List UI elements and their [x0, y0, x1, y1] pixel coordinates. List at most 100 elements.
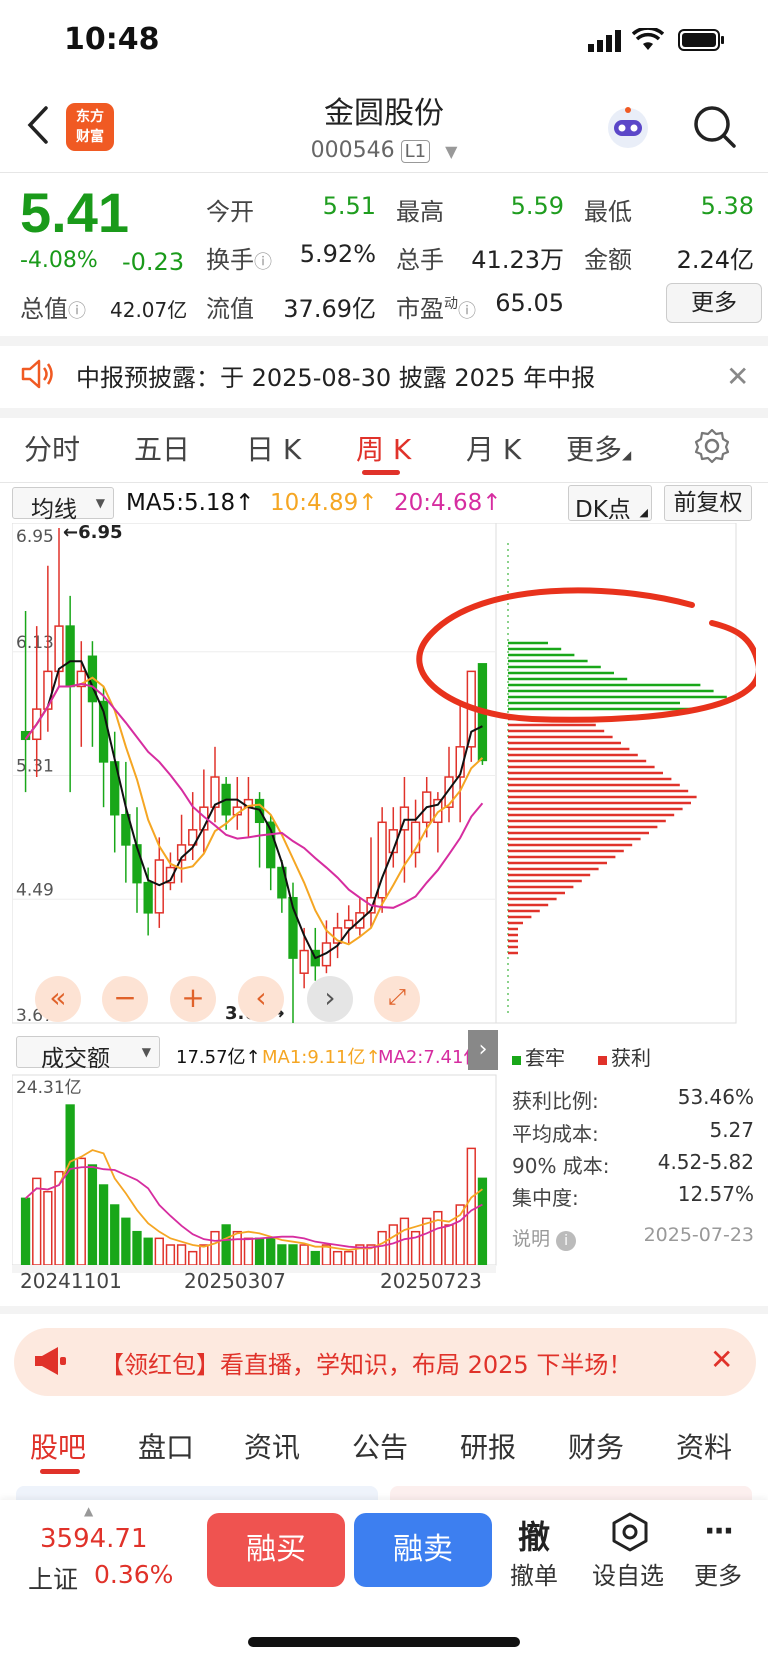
- tab-finance[interactable]: 财务: [568, 1426, 624, 1466]
- volume-bar: [188, 1250, 198, 1266]
- adjust-button[interactable]: 前复权: [664, 485, 752, 521]
- notice-text[interactable]: 中报预披露：于 2025-08-30 披露 2025 年中报: [76, 358, 595, 393]
- volume-bar: [165, 1244, 176, 1266]
- volume-bar: [299, 1244, 309, 1266]
- tab-research[interactable]: 研报: [460, 1426, 516, 1466]
- pe-value: 65.05: [495, 289, 564, 317]
- volume-bar: [266, 1237, 276, 1266]
- y-tick-label: 4.49: [16, 880, 54, 900]
- more-dots-icon[interactable]: ···: [704, 1514, 734, 1549]
- tab-fenshi[interactable]: 分时: [24, 428, 80, 468]
- speaker-icon: [20, 358, 56, 394]
- volume-bar: [288, 1244, 298, 1266]
- tab-wuri[interactable]: 五日: [134, 428, 190, 468]
- robot-avatar-icon[interactable]: [602, 102, 654, 158]
- dropdown-icon: ▼: [141, 1045, 151, 1059]
- volume-bar: [143, 1237, 153, 1266]
- volume-ma2: MA2:7.41亿↑: [378, 1047, 470, 1068]
- corner-arrow-icon: ◢: [639, 506, 648, 519]
- close-icon[interactable]: ✕: [710, 1343, 733, 1376]
- scroll-left-fast-icon[interactable]: «: [35, 976, 81, 1022]
- add-favorite-icon[interactable]: [610, 1512, 650, 1556]
- settings-gear-icon[interactable]: [694, 428, 730, 468]
- volume-bar: [321, 1244, 332, 1266]
- candle-body: [65, 625, 75, 688]
- volume-max-label: 24.31亿: [16, 1078, 82, 1098]
- volume-bar: [176, 1244, 187, 1266]
- tab-more[interactable]: 更多◢: [566, 428, 631, 468]
- volume-value: 17.57亿↑: [176, 1047, 261, 1068]
- more-button[interactable]: 更多: [694, 1556, 742, 1591]
- megaphone-icon: [32, 1344, 68, 1382]
- volume-bar: [232, 1230, 242, 1266]
- turnover-label: 换手ⓘ: [206, 246, 272, 274]
- cancel-order-button[interactable]: 撤单: [510, 1556, 558, 1591]
- volume-bar: [132, 1230, 142, 1266]
- dk-point-button[interactable]: DK点 ◢: [568, 485, 652, 523]
- volume-bar: [377, 1230, 387, 1266]
- level-badge: L1: [400, 140, 431, 163]
- quote-more-button[interactable]: 更多: [666, 283, 762, 323]
- date-label: 20250307: [184, 1269, 286, 1293]
- change-pct: -4.08%: [20, 248, 98, 273]
- tab-pankou[interactable]: 盘口: [138, 1426, 194, 1466]
- close-icon[interactable]: ✕: [726, 360, 749, 393]
- volume-indicator-select[interactable]: 成交额 ▼: [16, 1036, 160, 1072]
- volume-bar: [121, 1217, 131, 1266]
- price-panel-frame: [12, 523, 497, 1024]
- chip-note[interactable]: 说明 i: [512, 1224, 577, 1251]
- zoom-out-icon[interactable]: −: [102, 976, 148, 1022]
- stat-label: 集中度:: [512, 1186, 579, 1210]
- candle-body: [299, 949, 309, 974]
- candle-body: [132, 844, 142, 884]
- volume-bar: [221, 1224, 231, 1266]
- tab-day-k[interactable]: 日 K: [246, 428, 301, 468]
- scroll-left-icon[interactable]: ‹: [238, 976, 284, 1022]
- volume-bar: [243, 1237, 254, 1266]
- volume-label: 总手: [396, 246, 444, 274]
- tab-week-k[interactable]: 周 K: [356, 428, 411, 468]
- promo-text[interactable]: 【领红包】看直播，学知识，布局 2025 下半场！: [100, 1345, 632, 1380]
- margin-sell-button[interactable]: 融卖: [354, 1513, 492, 1587]
- expand-arrow-icon[interactable]: ›: [468, 1030, 498, 1070]
- kline-chart[interactable]: 6.956.135.314.493.67←6.953.67→24.31亿: [12, 523, 756, 1273]
- chip-legend-trapped: 套牢: [512, 1042, 565, 1071]
- zoom-in-icon[interactable]: +: [170, 976, 216, 1022]
- tab-profile[interactable]: 资料: [676, 1426, 732, 1466]
- open-label: 今开: [206, 198, 254, 226]
- volume-bar: [43, 1190, 53, 1266]
- amount-value: 2.24亿: [676, 246, 754, 274]
- ma10-line: [24, 676, 484, 946]
- float-value: 37.69亿: [283, 295, 376, 323]
- scroll-right-icon[interactable]: ›: [307, 976, 353, 1022]
- volume-bar: [65, 1104, 75, 1266]
- volume-bar: [466, 1147, 476, 1266]
- margin-buy-button[interactable]: 融买: [207, 1513, 345, 1587]
- volume-bar: [444, 1224, 454, 1266]
- volume-bar: [20, 1197, 31, 1266]
- tab-announcements[interactable]: 公告: [352, 1426, 408, 1466]
- cancel-order-icon[interactable]: 撤: [518, 1512, 550, 1558]
- index-value[interactable]: 3594.71: [40, 1524, 148, 1554]
- tab-month-k[interactable]: 月 K: [466, 428, 521, 468]
- volume-bar: [277, 1244, 287, 1266]
- y-tick-label: 6.95: [16, 527, 54, 547]
- open-value: 5.51: [322, 192, 376, 220]
- fullscreen-icon[interactable]: ⤢: [374, 976, 420, 1022]
- volume-bar: [388, 1224, 398, 1266]
- info-icon: ⓘ: [68, 301, 86, 322]
- volume-bar: [210, 1230, 220, 1266]
- tab-news[interactable]: 资讯: [244, 1426, 300, 1466]
- volume-bar: [199, 1244, 209, 1266]
- pe-label: 市盈动ⓘ: [396, 295, 476, 323]
- chevron-down-icon: ▼: [445, 142, 458, 161]
- search-icon[interactable]: [692, 104, 738, 154]
- ma5-line: [24, 660, 483, 960]
- add-favorite-button[interactable]: 设自选: [592, 1556, 664, 1591]
- current-price: 5.41: [20, 181, 129, 244]
- index-name: 上证: [28, 1565, 79, 1594]
- indicator-select[interactable]: 均线 ▼: [12, 487, 114, 523]
- battery-icon: [678, 29, 726, 55]
- tab-guba[interactable]: 股吧: [30, 1426, 86, 1466]
- chip-legend-profit: 获利: [598, 1042, 651, 1071]
